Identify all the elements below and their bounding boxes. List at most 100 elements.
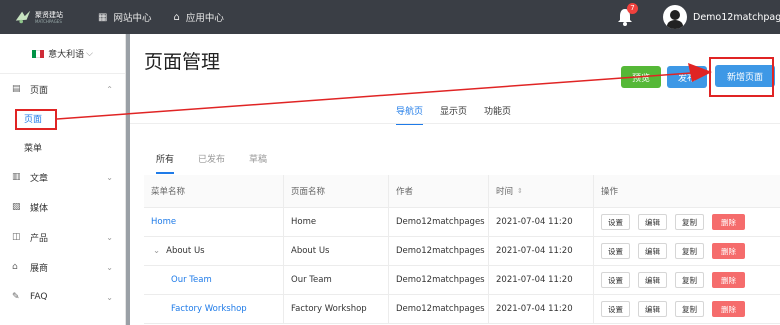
page-type-tabs: 导航页 显示页 功能页 (396, 104, 528, 125)
author-cell: Demo12matchpages (389, 237, 489, 265)
nav-website-center[interactable]: ▦ 网站中心 (98, 10, 151, 25)
sidebar-item-products[interactable]: ◫ 产品 ⌄ (0, 222, 125, 252)
copy-button[interactable]: 复制 (675, 301, 704, 317)
divider (130, 123, 780, 124)
top-nav: ▦ 网站中心 ⌂ 应用中心 (98, 10, 246, 25)
grid-icon: ▦ (98, 11, 108, 23)
author-cell: Demo12matchpages (389, 295, 489, 323)
menu-label: About Us (166, 246, 205, 256)
top-bar: 聚贤建站 MATCHPAGES ▦ 网站中心 ⌂ 应用中心 7 Demo12ma… (0, 0, 780, 34)
sort-icon[interactable]: ⇕ (517, 187, 523, 195)
page-icon: ▤ (12, 84, 21, 94)
sidebar-item-label: 媒体 (30, 203, 49, 214)
actions-cell: 设置 编辑 复制 删除 (594, 266, 780, 294)
copy-button[interactable]: 复制 (675, 214, 704, 230)
column-header-time-label: 时间 (496, 187, 514, 197)
copy-button[interactable]: 复制 (675, 243, 704, 259)
article-icon: ▥ (12, 172, 21, 182)
menu-link[interactable]: Home (151, 217, 176, 227)
pages-table: 菜单名称 页面名称 作者 时间 ⇕ 操作 Home Home Demo12matc… (144, 175, 780, 324)
notification-badge: 7 (627, 3, 638, 14)
sidebar-item-faq[interactable]: ✎ FAQ ⌄ (0, 282, 125, 312)
time-cell: 2021-07-04 11:20 (489, 295, 594, 323)
annotation-box-sidebar (15, 109, 57, 130)
settings-button[interactable]: 设置 (601, 214, 630, 230)
nav-app-center[interactable]: ⌂ 应用中心 (173, 10, 224, 25)
sidebar-item-label: 页面 (30, 85, 49, 96)
exhibitor-icon: ⌂ (12, 262, 18, 272)
logo[interactable]: 聚贤建站 MATCHPAGES (0, 8, 90, 26)
page-name-cell: Home (284, 208, 389, 236)
chevron-down-icon: ⌄ (106, 292, 113, 302)
nav-label: 应用中心 (185, 13, 224, 24)
column-header-time[interactable]: 时间 ⇕ (489, 175, 594, 207)
sidebar-item-articles[interactable]: ▥ 文章 ⌄ (0, 162, 125, 192)
column-header-actions: 操作 (601, 187, 619, 197)
media-icon: ▧ (12, 202, 21, 212)
menu-name-cell[interactable]: Home (144, 208, 284, 236)
sidebar-item-label: FAQ (30, 292, 48, 302)
product-icon: ◫ (12, 232, 21, 242)
time-cell: 2021-07-04 11:20 (489, 208, 594, 236)
delete-button[interactable]: 删除 (712, 214, 745, 230)
sidebar-item-label: 菜单 (24, 144, 43, 154)
sidebar-item-label: 展商 (30, 263, 49, 274)
delete-button[interactable]: 删除 (712, 301, 745, 317)
table-row: ⌄ About Us About Us Demo12matchpages 2021… (144, 237, 780, 266)
column-header-page: 页面名称 (284, 175, 389, 207)
actions-cell: 设置 编辑 复制 删除 (594, 295, 780, 323)
menu-link[interactable]: Our Team (171, 275, 212, 285)
publish-button[interactable]: 发布 (667, 66, 707, 88)
edit-button[interactable]: 编辑 (638, 243, 667, 259)
sidebar-item-label: 产品 (30, 233, 49, 244)
settings-button[interactable]: 设置 (601, 272, 630, 288)
copy-button[interactable]: 复制 (675, 272, 704, 288)
page-title: 页面管理 (144, 51, 221, 73)
tab-all[interactable]: 所有 (156, 152, 175, 174)
logo-name: 聚贤建站 (35, 10, 63, 19)
delete-button[interactable]: 删除 (712, 243, 745, 259)
italy-flag-icon (32, 49, 45, 58)
logo-subtitle: MATCHPAGES (35, 18, 62, 24)
status-filter-tabs: 所有 已发布 草稿 (156, 152, 291, 174)
settings-button[interactable]: 设置 (601, 301, 630, 317)
language-selector[interactable]: 意大利语 ⌵ (0, 34, 125, 74)
sidebar-item-pages[interactable]: ▤ 页面 ⌃ (0, 74, 125, 104)
table-row: Home Home Demo12matchpages 2021-07-04 11… (144, 208, 780, 237)
column-header-menu: 菜单名称 (144, 175, 284, 207)
page-name-cell: Our Team (284, 266, 389, 294)
tab-display-pages[interactable]: 显示页 (440, 104, 467, 125)
sidebar-item-media[interactable]: ▧ 媒体 (0, 192, 125, 222)
chevron-down-icon: ⌄ (106, 262, 113, 272)
sidebar-item-exhibitors[interactable]: ⌂ 展商 ⌄ (0, 252, 125, 282)
tab-published[interactable]: 已发布 (198, 152, 225, 174)
page-name-cell: About Us (284, 237, 389, 265)
table-header: 菜单名称 页面名称 作者 时间 ⇕ 操作 (144, 175, 780, 208)
collapse-chevron-icon[interactable]: ⌄ (153, 246, 160, 256)
edit-button[interactable]: 编辑 (638, 272, 667, 288)
language-label: 意大利语 (48, 50, 85, 60)
chevron-up-icon: ⌃ (106, 84, 113, 94)
edit-button[interactable]: 编辑 (638, 214, 667, 230)
tab-navigation-pages[interactable]: 导航页 (396, 104, 424, 125)
tab-drafts[interactable]: 草稿 (249, 152, 267, 174)
column-header-author: 作者 (389, 175, 489, 207)
tab-function-pages[interactable]: 功能页 (484, 104, 511, 125)
sidebar-subitem-menu[interactable]: 菜单 (0, 133, 125, 162)
menu-name-cell[interactable]: Our Team (144, 266, 284, 294)
author-cell: Demo12matchpages (389, 208, 489, 236)
time-cell: 2021-07-04 11:20 (489, 237, 594, 265)
sidebar: 意大利语 ⌵ ▤ 页面 ⌃ 页面 菜单 ▥ 文章 ⌄ ▧ 媒体 ◫ 产品 ⌄ ⌂… (0, 34, 126, 325)
menu-name-cell[interactable]: ⌄ About Us (144, 237, 284, 265)
menu-name-cell[interactable]: Factory Workshop (144, 295, 284, 323)
delete-button[interactable]: 删除 (712, 272, 745, 288)
table-row: Factory Workshop Factory Workshop Demo12… (144, 295, 780, 324)
edit-button[interactable]: 编辑 (638, 301, 667, 317)
bird-logo-icon (15, 10, 31, 24)
preview-button[interactable]: 预览 (621, 66, 661, 88)
settings-button[interactable]: 设置 (601, 243, 630, 259)
user-menu[interactable]: Demo12matchpages (663, 5, 780, 29)
author-cell: Demo12matchpages (389, 266, 489, 294)
page-name-cell: Factory Workshop (284, 295, 389, 323)
menu-link[interactable]: Factory Workshop (171, 304, 247, 314)
